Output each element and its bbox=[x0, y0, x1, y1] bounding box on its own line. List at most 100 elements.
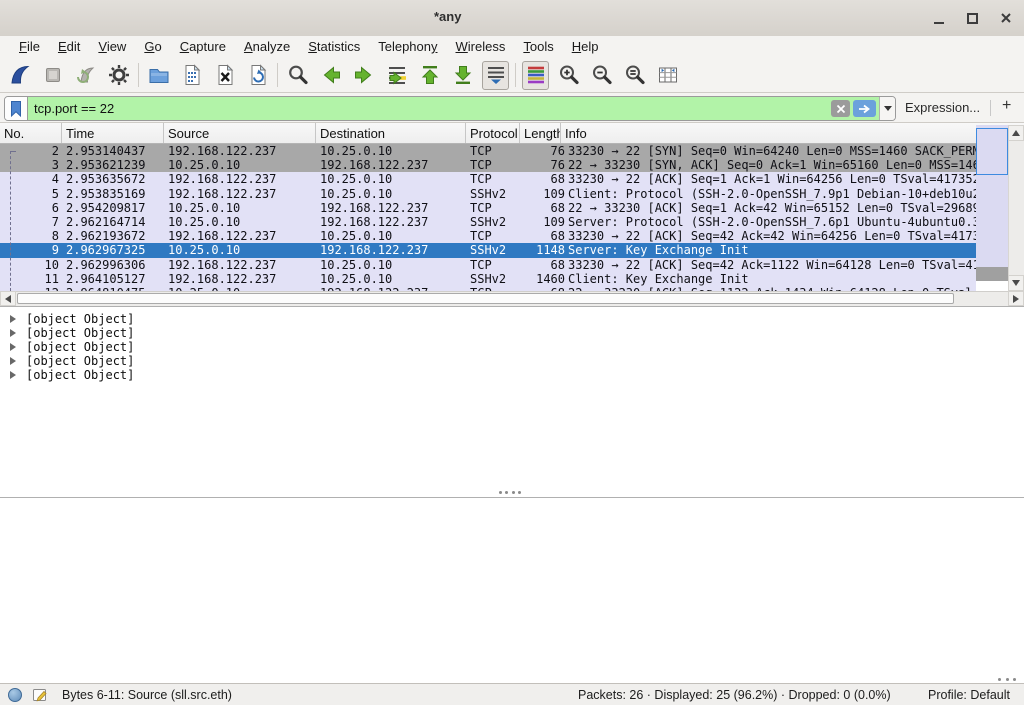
column-header-info[interactable]: Info bbox=[561, 123, 1024, 143]
packet-row[interactable]: 2 2.953140437 192.168.122.237 10.25.0.10… bbox=[0, 144, 976, 158]
menu-item[interactable]: Wireless bbox=[447, 36, 515, 58]
expand-triangle-icon[interactable] bbox=[10, 371, 16, 379]
close-file-button[interactable] bbox=[211, 61, 238, 90]
capture-options-button[interactable] bbox=[105, 61, 132, 90]
column-header-destination[interactable]: Destination bbox=[316, 123, 466, 143]
filter-clear-button[interactable] bbox=[831, 100, 850, 117]
column-header-time[interactable]: Time bbox=[62, 123, 164, 143]
packet-row[interactable]: 3 2.953621239 10.25.0.10 192.168.122.237… bbox=[0, 158, 976, 172]
minimap-thumb[interactable] bbox=[976, 128, 1008, 175]
expert-info-button[interactable] bbox=[8, 688, 22, 702]
resize-columns-button[interactable] bbox=[654, 61, 681, 90]
expand-triangle-icon[interactable] bbox=[10, 315, 16, 323]
menu-item[interactable]: Telephony bbox=[369, 36, 446, 58]
packet-row[interactable]: 9 2.962967325 10.25.0.10 192.168.122.237… bbox=[0, 243, 976, 257]
packet-row[interactable]: 4 2.953635672 192.168.122.237 10.25.0.10… bbox=[0, 172, 976, 186]
resize-columns-icon bbox=[656, 63, 680, 87]
detail-tree-item[interactable]: [object Object] bbox=[0, 326, 1024, 340]
zoom-original-icon bbox=[623, 63, 647, 87]
splitter-handle[interactable] bbox=[998, 678, 1016, 682]
packet-list-minimap[interactable] bbox=[976, 125, 1008, 291]
packet-row[interactable]: 7 2.962164714 10.25.0.10 192.168.122.237… bbox=[0, 215, 976, 229]
comment-pencil-icon bbox=[32, 687, 48, 703]
packet-row[interactable]: 8 2.962193672 192.168.122.237 10.25.0.10… bbox=[0, 229, 976, 243]
find-packet-button[interactable] bbox=[284, 61, 311, 90]
detail-tree-item[interactable]: [object Object] bbox=[0, 368, 1024, 382]
menu-item[interactable]: Statistics bbox=[299, 36, 369, 58]
auto-scroll-button[interactable] bbox=[482, 61, 509, 90]
colorize-icon bbox=[524, 63, 548, 87]
save-file-button[interactable] bbox=[178, 61, 205, 90]
maximize-icon bbox=[967, 13, 978, 24]
packet-counts-status: Packets: 26 · Displayed: 25 (96.2%) · Dr… bbox=[578, 688, 891, 702]
filter-apply-button[interactable] bbox=[853, 100, 876, 117]
capture-comment-button[interactable] bbox=[32, 687, 48, 705]
menu-item[interactable]: Analyze bbox=[235, 36, 299, 58]
go-forward-button[interactable] bbox=[350, 61, 377, 90]
menu-item[interactable]: File bbox=[10, 36, 49, 58]
profile-status[interactable]: Profile: Default bbox=[928, 688, 1010, 702]
column-header-source[interactable]: Source bbox=[164, 123, 316, 143]
scroll-up-button[interactable] bbox=[1008, 125, 1024, 141]
zoom-out-button[interactable] bbox=[588, 61, 615, 90]
close-button[interactable] bbox=[993, 6, 1019, 30]
goto-packet-icon bbox=[385, 63, 409, 87]
column-header-length[interactable]: Length bbox=[520, 123, 561, 143]
maximize-button[interactable] bbox=[959, 6, 985, 30]
filter-history-dropdown[interactable] bbox=[879, 97, 895, 120]
packet-list-header: No. Time Source Destination Protocol Len… bbox=[0, 123, 1024, 144]
triangle-up-icon bbox=[1012, 130, 1020, 136]
minimize-button[interactable] bbox=[926, 6, 952, 30]
horizontal-scrollbar-thumb[interactable] bbox=[17, 293, 954, 304]
start-capture-button[interactable] bbox=[6, 61, 33, 90]
expression-button[interactable]: Expression... bbox=[905, 100, 980, 115]
restart-capture-button[interactable] bbox=[72, 61, 99, 90]
column-header-protocol[interactable]: Protocol bbox=[466, 123, 520, 143]
go-last-packet-button[interactable] bbox=[449, 61, 476, 90]
zoom-in-button[interactable] bbox=[555, 61, 582, 90]
packet-row[interactable]: 10 2.962996306 192.168.122.237 10.25.0.1… bbox=[0, 258, 976, 272]
open-file-button[interactable] bbox=[145, 61, 172, 90]
expand-triangle-icon[interactable] bbox=[10, 343, 16, 351]
arrow-left-icon bbox=[319, 63, 343, 87]
expand-triangle-icon[interactable] bbox=[10, 357, 16, 365]
menu-item[interactable]: Help bbox=[563, 36, 608, 58]
scroll-right-button[interactable] bbox=[1008, 291, 1024, 306]
menu-bar: File Edit View Go Capture Analyze Statis… bbox=[0, 36, 1024, 58]
zoom-original-button[interactable] bbox=[621, 61, 648, 90]
go-back-button[interactable] bbox=[317, 61, 344, 90]
splitter-handle[interactable] bbox=[499, 491, 521, 495]
detail-tree-item[interactable]: [object Object] bbox=[0, 312, 1024, 326]
reload-file-button[interactable] bbox=[244, 61, 271, 90]
colorize-button[interactable] bbox=[522, 61, 549, 90]
shark-fin-icon bbox=[8, 63, 32, 87]
column-header-no[interactable]: No. bbox=[0, 123, 62, 143]
packet-row[interactable]: 11 2.964105127 192.168.122.237 10.25.0.1… bbox=[0, 272, 976, 286]
go-to-packet-button[interactable] bbox=[383, 61, 410, 90]
detail-tree-item[interactable]: [object Object] bbox=[0, 354, 1024, 368]
detail-tree-item[interactable]: [object Object] bbox=[0, 340, 1024, 354]
detail-text: [object Object] bbox=[26, 354, 134, 368]
packet-row[interactable]: 5 2.953835169 192.168.122.237 10.25.0.10… bbox=[0, 187, 976, 201]
minimap-gray-band bbox=[976, 267, 1008, 281]
go-first-packet-button[interactable] bbox=[416, 61, 443, 90]
save-document-icon bbox=[180, 63, 204, 87]
scroll-left-button[interactable] bbox=[0, 291, 16, 306]
vertical-scrollbar-track[interactable] bbox=[1008, 141, 1024, 275]
stop-capture-button[interactable] bbox=[39, 61, 66, 90]
menu-item[interactable]: Tools bbox=[514, 36, 562, 58]
expand-triangle-icon[interactable] bbox=[10, 329, 16, 337]
packet-row[interactable]: 6 2.954209817 10.25.0.10 192.168.122.237… bbox=[0, 201, 976, 215]
arrow-up-bar-icon bbox=[418, 63, 442, 87]
add-filter-button[interactable]: + bbox=[1002, 97, 1011, 115]
zoom-out-icon bbox=[590, 63, 614, 87]
reload-document-icon bbox=[246, 63, 270, 87]
filter-bookmark-button[interactable] bbox=[5, 97, 28, 120]
menu-item[interactable]: Edit bbox=[49, 36, 89, 58]
menu-item[interactable]: Capture bbox=[171, 36, 235, 58]
title-bar[interactable]: *any bbox=[0, 0, 1024, 37]
menu-item[interactable]: Go bbox=[135, 36, 170, 58]
scroll-down-button[interactable] bbox=[1008, 275, 1024, 291]
menu-item[interactable]: View bbox=[89, 36, 135, 58]
display-filter-input[interactable] bbox=[28, 100, 831, 117]
